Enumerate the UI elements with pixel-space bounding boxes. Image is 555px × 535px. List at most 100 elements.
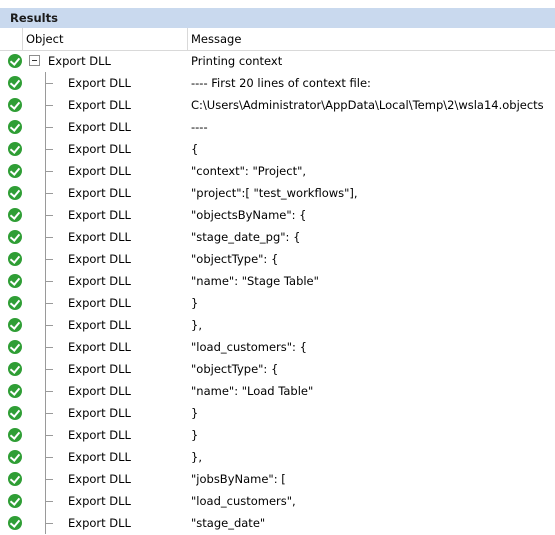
table-row[interactable]: Export DLL {: [0, 138, 555, 160]
table-row[interactable]: Export DLL},: [0, 314, 555, 336]
collapse-minus-icon[interactable]: [29, 55, 40, 66]
check-circle-icon: [8, 384, 22, 398]
message-cell: "stage_date": [191, 516, 266, 530]
table-row[interactable]: Export DLL "name": "Stage Table": [0, 270, 555, 292]
table-row[interactable]: Export DLL},: [0, 446, 555, 468]
tree-branch: [45, 171, 53, 172]
message-cell: }: [191, 406, 199, 420]
table-row[interactable]: Export DLL "stage_date": [0, 512, 555, 534]
results-panel: Results Object Message Export DLL Printin…: [0, 0, 555, 535]
object-cell: Export DLL: [68, 120, 131, 134]
table-row[interactable]: Export DLL C:\Users\Administrator\AppData…: [0, 94, 555, 116]
results-title-bar: Results: [0, 8, 555, 29]
check-circle-icon: [8, 186, 22, 200]
tree-branch: [45, 435, 53, 436]
table-row[interactable]: Export DLL "project":[ "test_workflows"],: [0, 182, 555, 204]
check-circle-icon: [8, 164, 22, 178]
check-circle-icon: [8, 296, 22, 310]
object-cell: Export DLL: [68, 318, 131, 332]
tree-branch: [45, 149, 53, 150]
message-cell: "load_customers",: [191, 494, 296, 508]
check-circle-icon: [8, 340, 22, 354]
table-row[interactable]: Export DLL "name": "Load Table": [0, 380, 555, 402]
tree-branch: [45, 237, 53, 238]
object-cell: Export DLL: [68, 494, 131, 508]
message-cell: }: [191, 296, 199, 310]
tree-branch: [45, 347, 53, 348]
message-cell: "name": "Stage Table": [191, 274, 319, 288]
object-cell: Export DLL: [48, 54, 111, 68]
object-cell: Export DLL: [68, 274, 131, 288]
message-cell: ----: [191, 120, 208, 134]
table-row[interactable]: Export DLL Printing context: [0, 50, 555, 72]
panel-title: Results: [10, 11, 58, 25]
message-cell: "objectType": {: [191, 362, 279, 376]
tree-branch: [45, 193, 53, 194]
object-column-header[interactable]: Object: [23, 28, 188, 50]
message-cell: "jobsByName": [: [191, 472, 286, 486]
object-cell: Export DLL: [68, 230, 131, 244]
check-circle-icon: [8, 252, 22, 266]
object-cell: Export DLL: [68, 98, 131, 112]
check-circle-icon: [8, 494, 22, 508]
table-row[interactable]: Export DLL ----: [0, 116, 555, 138]
table-row[interactable]: Export DLL "load_customers": {: [0, 336, 555, 358]
tree-branch: [45, 259, 53, 260]
tree-branch: [45, 83, 53, 84]
results-header: Object Message: [0, 28, 555, 51]
message-cell: C:\Users\Administrator\AppData\Local\Tem…: [191, 98, 544, 112]
message-cell: "stage_date_pg": {: [191, 230, 301, 244]
table-row[interactable]: Export DLL "objectType": {: [0, 248, 555, 270]
object-cell: Export DLL: [68, 428, 131, 442]
check-circle-icon: [8, 406, 22, 420]
table-row[interactable]: Export DLL "jobsByName": [: [0, 468, 555, 490]
table-row[interactable]: Export DLL "stage_date_pg": {: [0, 226, 555, 248]
message-cell: {: [191, 142, 199, 156]
check-circle-icon: [8, 274, 22, 288]
object-cell: Export DLL: [68, 450, 131, 464]
check-circle-icon: [8, 516, 22, 530]
table-row[interactable]: Export DLL "load_customers",: [0, 490, 555, 512]
tree-branch: [45, 369, 53, 370]
message-cell: "load_customers": {: [191, 340, 307, 354]
check-circle-icon: [8, 428, 22, 442]
object-cell: Export DLL: [68, 384, 131, 398]
object-cell: Export DLL: [68, 296, 131, 310]
object-cell: Export DLL: [68, 472, 131, 486]
object-cell: Export DLL: [68, 406, 131, 420]
table-row[interactable]: Export DLL "objectType": {: [0, 358, 555, 380]
tree-branch: [45, 303, 53, 304]
status-column-header[interactable]: [0, 28, 23, 50]
table-row[interactable]: Export DLL ---- First 20 lines of context…: [0, 72, 555, 94]
check-circle-icon: [8, 230, 22, 244]
message-cell: "objectType": {: [191, 252, 279, 266]
object-cell: Export DLL: [68, 252, 131, 266]
tree-branch: [45, 457, 53, 458]
object-cell: Export DLL: [68, 164, 131, 178]
object-cell: Export DLL: [68, 76, 131, 90]
object-cell: Export DLL: [68, 516, 131, 530]
check-circle-icon: [8, 120, 22, 134]
tree-branch: [45, 501, 53, 502]
table-row[interactable]: Export DLL}: [0, 424, 555, 446]
tree-branch: [45, 325, 53, 326]
message-cell: "objectsByName": {: [191, 208, 307, 222]
message-cell: },: [191, 318, 202, 332]
table-row[interactable]: Export DLL}: [0, 402, 555, 424]
tree-branch: [45, 523, 53, 524]
table-row[interactable]: Export DLL}: [0, 292, 555, 314]
message-column-header[interactable]: Message: [189, 28, 555, 50]
object-cell: Export DLL: [68, 362, 131, 376]
object-cell: Export DLL: [68, 208, 131, 222]
check-circle-icon: [8, 54, 22, 68]
object-cell: Export DLL: [68, 340, 131, 354]
message-cell: "project":[ "test_workflows"],: [191, 186, 358, 200]
message-cell: "name": "Load Table": [191, 384, 314, 398]
check-circle-icon: [8, 362, 22, 376]
results-list: Export DLL Printing context Export DLL ----…: [0, 50, 555, 534]
object-cell: Export DLL: [68, 142, 131, 156]
table-row[interactable]: Export DLL "context": "Project",: [0, 160, 555, 182]
table-row[interactable]: Export DLL "objectsByName": {: [0, 204, 555, 226]
object-cell: Export DLL: [68, 186, 131, 200]
tree-branch: [45, 391, 53, 392]
